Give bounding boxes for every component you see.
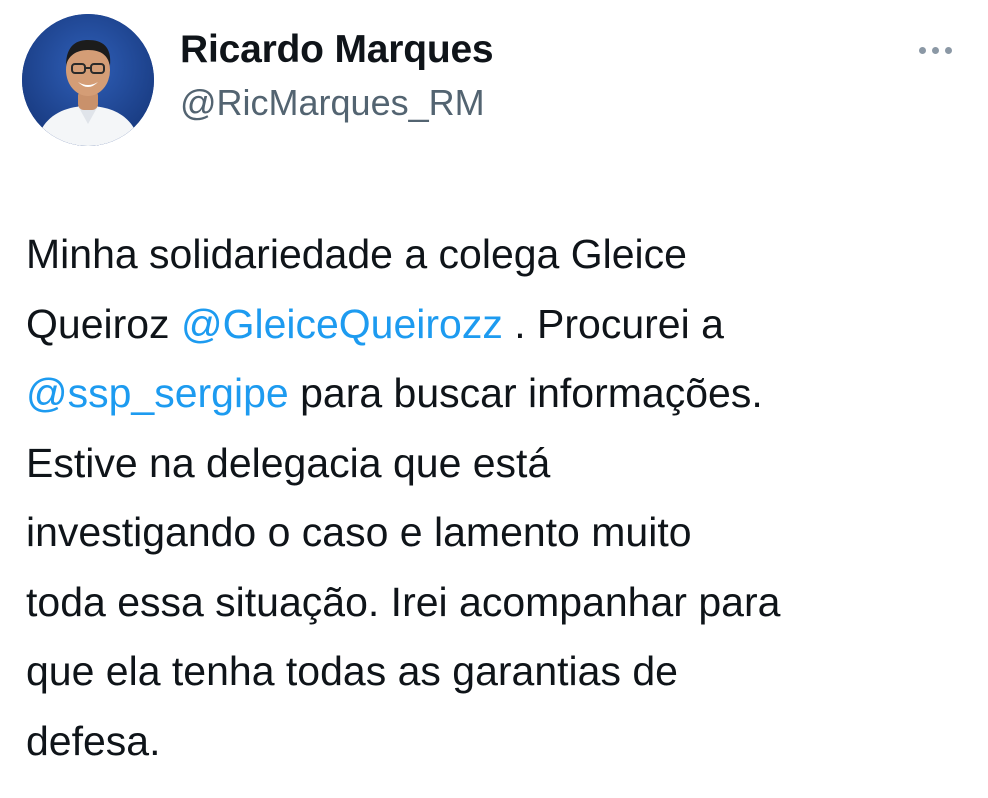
profile-photo-icon (22, 14, 154, 146)
tweet-line: Minha solidariedade a colega Gleice (26, 231, 687, 277)
tweet-text: Minha solidariedade a colega Gleice Quei… (26, 220, 971, 776)
tweet-line: @ssp_sergipe para buscar informações. (26, 359, 971, 429)
more-dot (918, 46, 926, 54)
more-options-button[interactable] (905, 36, 965, 64)
mention-link-ssp-sergipe[interactable]: @ssp_sergipe (26, 370, 289, 416)
avatar[interactable] (22, 14, 154, 146)
tweet-line: defesa. (26, 717, 161, 764)
more-dot (944, 46, 952, 54)
tweet-text-segment: para buscar informações. (288, 370, 763, 416)
tweet-line: toda essa situação. Irei acompanhar para (26, 578, 781, 625)
mention-link-gleicequeirozz[interactable]: @GleiceQueirozz (181, 301, 503, 347)
author-display-name[interactable]: Ricardo Marques (180, 26, 494, 74)
more-dot (931, 46, 939, 54)
tweet-text-segment: Queiroz (26, 300, 181, 347)
tweet-card: Ricardo Marques @RicMarques_RM Minha sol… (0, 0, 988, 798)
tweet-text-segment: . Procurei a (502, 300, 724, 347)
tweet-line: que ela tenha todas as garantias de (26, 648, 678, 694)
tweet-line: investigando o caso e lamento muito (26, 509, 692, 555)
tweet-line: Queiroz @GleiceQueirozz . Procurei a (26, 290, 971, 360)
tweet-line: Estive na delegacia que está (26, 439, 551, 486)
author-handle[interactable]: @RicMarques_RM (180, 80, 485, 126)
